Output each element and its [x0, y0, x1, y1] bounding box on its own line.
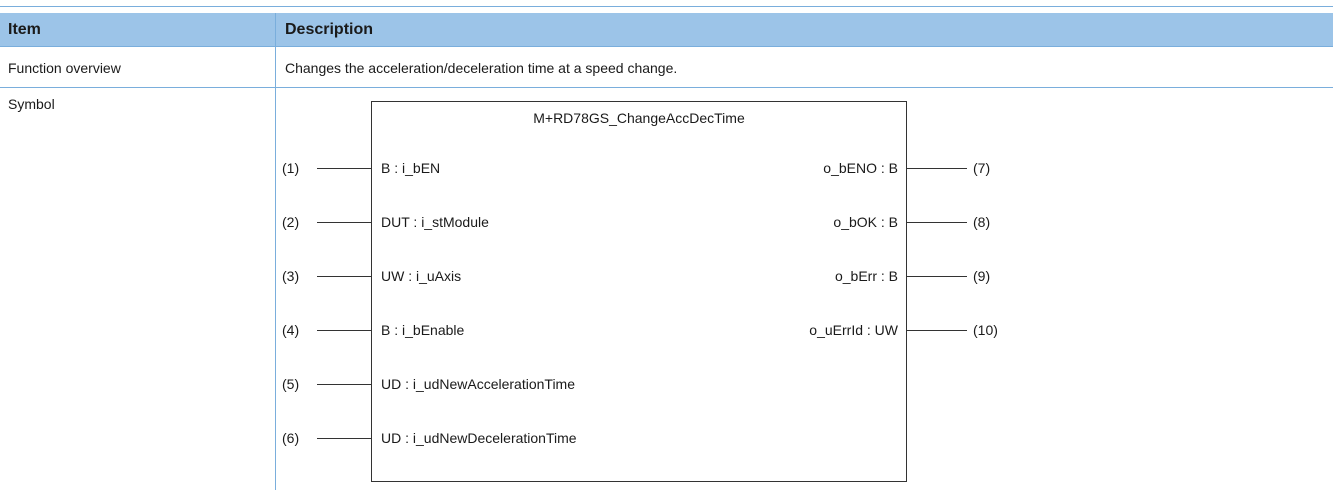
- column-divider: [275, 46, 276, 490]
- input-pin-label: UW : i_uAxis: [381, 268, 462, 284]
- output-number: (9): [973, 268, 991, 284]
- input-number: (3): [282, 268, 300, 284]
- table-header: Item Description: [0, 13, 1333, 46]
- input-wire: [317, 330, 371, 331]
- output-pin-label: o_bENO : B: [823, 160, 898, 176]
- input-wire: [317, 276, 371, 277]
- output-wire: [907, 330, 967, 331]
- row-divider: [0, 46, 1333, 47]
- input-number: (1): [282, 160, 300, 176]
- input-wire: [317, 222, 371, 223]
- function-block-name: M+RD78GS_ChangeAccDecTime: [533, 110, 745, 126]
- row-symbol-item: Symbol: [8, 96, 55, 112]
- row-divider: [0, 87, 1333, 88]
- row-function-overview-description: Changes the acceleration/deceleration ti…: [285, 60, 678, 76]
- header-item: Item: [8, 21, 41, 38]
- output-wire: [907, 276, 967, 277]
- function-block-box: [371, 101, 907, 482]
- header-description: Description: [285, 21, 374, 38]
- output-number: (10): [973, 322, 998, 338]
- input-number: (4): [282, 322, 300, 338]
- output-number: (7): [973, 160, 991, 176]
- row-function-overview-item: Function overview: [8, 60, 121, 76]
- input-number: (5): [282, 376, 300, 392]
- output-wire: [907, 168, 967, 169]
- input-pin-label: B : i_bEN: [381, 160, 441, 176]
- top-rule: [0, 6, 1333, 7]
- input-pin-label: UD : i_udNewDecelerationTime: [381, 430, 577, 446]
- output-pin-label: o_bErr : B: [834, 268, 898, 284]
- input-wire: [317, 168, 371, 169]
- input-wire: [317, 438, 371, 439]
- input-number: (2): [282, 214, 300, 230]
- output-wire: [907, 222, 967, 223]
- output-pin-label: o_uErrId : UW: [809, 322, 898, 338]
- input-pin-label: B : i_bEnable: [381, 322, 465, 338]
- input-pin-label: UD : i_udNewAccelerationTime: [381, 376, 575, 392]
- input-pin-label: DUT : i_stModule: [381, 214, 489, 230]
- input-wire: [317, 384, 371, 385]
- output-pin-label: o_bOK : B: [833, 214, 898, 230]
- output-number: (8): [973, 214, 991, 230]
- header-column-divider: [275, 13, 276, 46]
- input-number: (6): [282, 430, 300, 446]
